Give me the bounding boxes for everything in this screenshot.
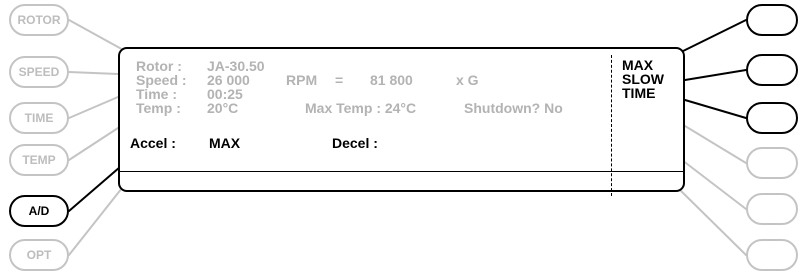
decel-label: Decel : bbox=[332, 135, 378, 151]
g-force-unit: x G bbox=[456, 72, 479, 88]
display-screen: Rotor : JA-30.50 Speed : 26 000 RPM = 81… bbox=[118, 47, 685, 196]
accel-label: Accel : bbox=[130, 135, 176, 151]
options-button-label: OPT bbox=[26, 248, 52, 262]
temp-button-label: TEMP bbox=[22, 153, 56, 167]
rotor-label: Rotor : bbox=[136, 58, 182, 74]
g-force-value: 81 800 bbox=[370, 72, 413, 88]
status-separator bbox=[120, 171, 683, 172]
time-label: Time : bbox=[136, 86, 177, 102]
softkey-label-max: MAX bbox=[622, 57, 654, 73]
accel-decel-button-label: A/D bbox=[28, 204, 50, 218]
speed-value: 26 000 bbox=[207, 72, 250, 88]
temp-value: 20°C bbox=[207, 100, 239, 116]
accel-decel-button[interactable]: A/D bbox=[9, 195, 69, 227]
time-button-label: TIME bbox=[24, 111, 54, 125]
rotor-button[interactable]: ROTOR bbox=[9, 4, 69, 36]
temp-button[interactable]: TEMP bbox=[9, 144, 69, 176]
temp-label: Temp : bbox=[136, 100, 181, 116]
shutdown-readout: Shutdown? No bbox=[464, 100, 563, 116]
softkey-4-button[interactable] bbox=[746, 147, 798, 179]
speed-button[interactable]: SPEED bbox=[9, 56, 69, 88]
time-button[interactable]: TIME bbox=[9, 102, 69, 134]
max-temp-readout: Max Temp : 24°C bbox=[305, 100, 417, 116]
speed-button-label: SPEED bbox=[18, 65, 60, 79]
options-button[interactable]: OPT bbox=[9, 239, 69, 271]
softkey-3-button[interactable] bbox=[746, 102, 798, 134]
time-value: 00:25 bbox=[207, 86, 243, 102]
softkey-divider bbox=[611, 55, 612, 196]
softkey-1-button[interactable] bbox=[746, 4, 798, 36]
softkey-2-button[interactable] bbox=[746, 54, 798, 86]
softkey-label-time: TIME bbox=[622, 85, 656, 101]
softkey-6-button[interactable] bbox=[746, 239, 798, 271]
rotor-button-label: ROTOR bbox=[17, 13, 61, 27]
softkey-5-button[interactable] bbox=[746, 193, 798, 225]
equals-sign: = bbox=[335, 72, 344, 88]
rotor-value: JA-30.50 bbox=[207, 58, 265, 74]
softkey-label-slow: SLOW bbox=[622, 71, 664, 87]
rpm-label: RPM bbox=[286, 72, 318, 88]
accel-value: MAX bbox=[209, 135, 241, 151]
speed-label: Speed : bbox=[136, 72, 187, 88]
